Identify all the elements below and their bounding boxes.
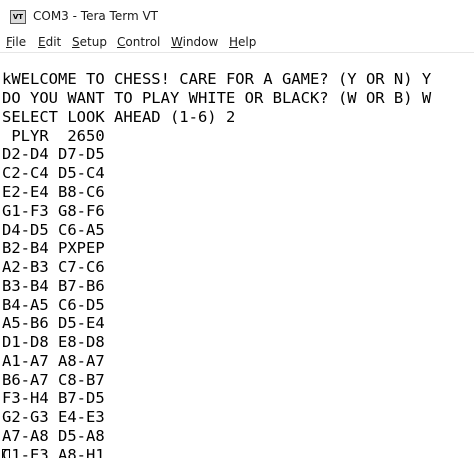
terminal-line: DO YOU WANT TO PLAY WHITE OR BLACK? (W O… xyxy=(2,89,432,107)
terminal-line: D4-D5 C6-A5 xyxy=(2,221,105,239)
tera-term-window: VT COM3 - Tera Term VT File Edit Setup C… xyxy=(0,0,474,458)
terminal-line: A2-B3 C7-C6 xyxy=(2,258,105,276)
menu-window[interactable]: Window xyxy=(171,35,218,49)
terminal-line: C1-E3 A8-H1 xyxy=(2,446,105,458)
terminal-line: A1-A7 A8-A7 xyxy=(2,352,105,370)
menu-setup[interactable]: Setup xyxy=(72,35,107,49)
menu-help[interactable]: Help xyxy=(229,35,256,49)
terminal-line: E2-E4 B8-C6 xyxy=(2,183,105,201)
terminal-line: B4-A5 C6-D5 xyxy=(2,296,105,314)
terminal-line: F3-H4 B7-D5 xyxy=(2,389,105,407)
terminal-line: B3-B4 B7-B6 xyxy=(2,277,105,295)
terminal-line: kWELCOME TO CHESS! CARE FOR A GAME? (Y O… xyxy=(2,70,432,88)
terminal-cursor xyxy=(2,449,10,458)
menu-file[interactable]: File xyxy=(6,35,26,49)
terminal-line: PLYR 2650 xyxy=(2,127,105,145)
terminal-screen[interactable]: kWELCOME TO CHESS! CARE FOR A GAME? (Y O… xyxy=(0,53,474,458)
terminal-line: A7-A8 D5-A8 xyxy=(2,427,105,445)
terminal-line: B6-A7 C8-B7 xyxy=(2,371,105,389)
terminal-line: G2-G3 E4-E3 xyxy=(2,408,105,426)
menu-bar: File Edit Setup Control Window Help xyxy=(0,34,474,52)
terminal-line: C2-C4 D5-C4 xyxy=(2,164,105,182)
tera-term-app-icon[interactable]: VT xyxy=(10,10,26,24)
terminal-line: B2-B4 PXPEP xyxy=(2,239,105,257)
menu-edit[interactable]: Edit xyxy=(38,35,61,49)
title-bar[interactable]: VT COM3 - Tera Term VT xyxy=(0,0,474,34)
terminal-line: A5-B6 D5-E4 xyxy=(2,314,105,332)
terminal-line: D1-D8 E8-D8 xyxy=(2,333,105,351)
menu-control[interactable]: Control xyxy=(117,35,160,49)
window-title: COM3 - Tera Term VT xyxy=(33,9,158,23)
terminal-line: D2-D4 D7-D5 xyxy=(2,145,105,163)
terminal-line: SELECT LOOK AHEAD (1-6) 2 xyxy=(2,108,236,126)
terminal-line: G1-F3 G8-F6 xyxy=(2,202,105,220)
